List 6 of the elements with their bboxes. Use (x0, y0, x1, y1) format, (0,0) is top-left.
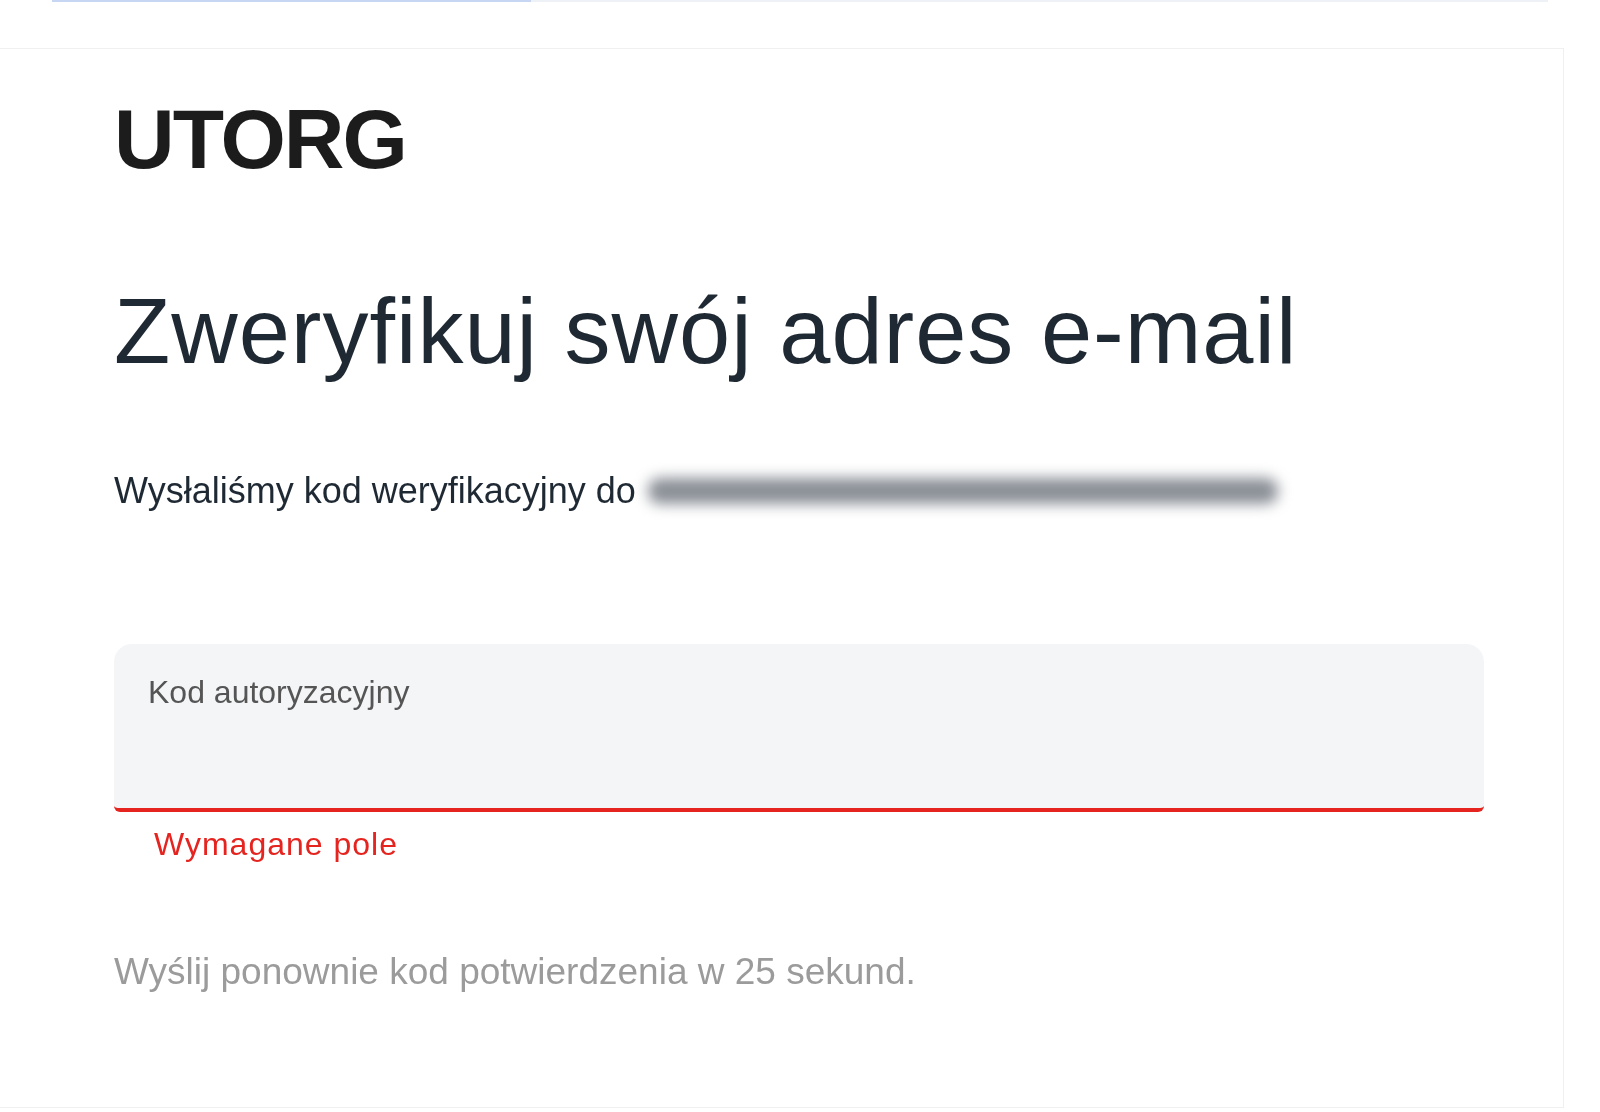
code-input-field[interactable]: Kod autoryzacyjny (114, 644, 1484, 813)
error-message: Wymagane pole (154, 826, 398, 864)
message-text: Wysłaliśmy kod weryfikacyjny do (114, 470, 636, 513)
resend-note: Wyślij ponownie kod potwierdzenia w 25 sekund. (114, 951, 916, 994)
page-title: Zweryfikuj swój adres e-mail (114, 281, 1298, 383)
logo: UTORG (114, 97, 406, 181)
